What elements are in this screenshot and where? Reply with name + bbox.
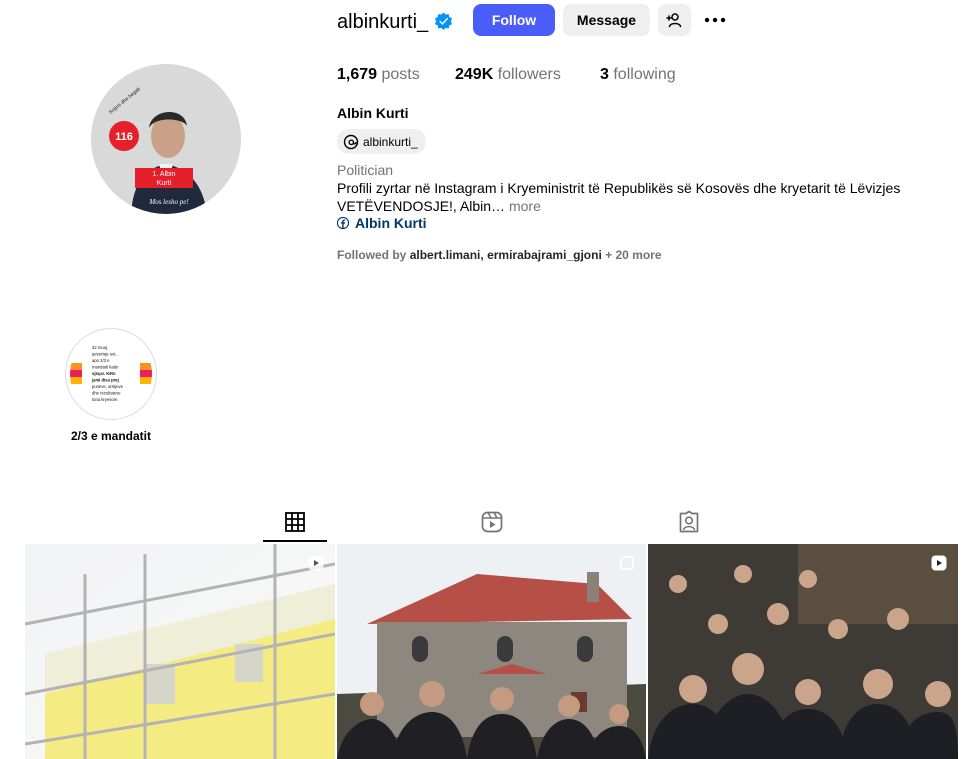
reel-badge-icon [931,555,947,571]
story-highlight[interactable]: 32 muaj qeverisje sot, apo 2/3 e mandatit k… [65,328,157,420]
avatar-image: 116 1. Albin Kurti Mos lesho pe! Krijimi… [91,64,241,214]
posts-count: 1,679 posts [337,66,420,83]
post-thumbnail[interactable] [25,544,335,759]
reels-icon [481,511,503,533]
followers-count[interactable]: 249K followers [455,66,561,84]
profile-full-name: Albin Kurti [337,105,409,121]
highlight-cover-line: dhe rezultateve [92,391,121,396]
avatar-number: 116 [115,131,133,143]
highlight-cover-line: tona kryesore. [92,397,119,402]
highlight-label: 2/3 e mandatit [70,429,152,443]
avatar-line2: Kurti [157,180,172,187]
active-tab-indicator [263,540,327,542]
followed-by-user-2[interactable]: ermirabajrami_gjoni [487,248,602,262]
followed-by-user-1[interactable]: albert.limani [410,248,481,262]
highlight-cover-line: apo 2/3 e [92,358,110,363]
post-image-scaffolding [25,544,335,759]
add-user-icon [666,13,682,28]
highlight-cover-line: 32 muaj [92,345,107,350]
profile-category: Politician [337,162,394,178]
following-count[interactable]: 3 following [600,66,676,84]
highlight-cover-line: vjeçar. Këto [92,371,116,376]
followed-by[interactable]: Followed by albert.limani, ermirabajrami… [337,248,662,262]
highlight-cover-line: punëve, arritjeve [92,384,124,389]
post-thumbnail[interactable] [337,544,646,759]
suggested-users-button[interactable] [658,4,691,36]
followed-by-more[interactable]: + 20 more [605,248,661,262]
profile-username: albinkurti_ [337,11,429,33]
more-options-icon[interactable] [703,10,727,30]
highlight-cover-line: mandatit katër [92,365,119,370]
threads-handle: albinkurti_ [363,134,418,149]
avatar-tagline: Mos lesho pe! [148,198,189,206]
follow-button[interactable]: Follow [473,4,555,36]
verified-badge-icon [434,12,453,31]
facebook-link[interactable]: Albin Kurti [337,215,427,231]
facebook-icon [337,217,349,229]
highlight-cover-line: qeverisje sot, [92,352,117,357]
bio-text: Profili zyrtar në Instagram i Kryeminist… [337,180,901,214]
tab-reels[interactable] [460,505,524,543]
post-thumbnail[interactable] [648,544,958,759]
grid-icon [285,512,305,532]
message-button[interactable]: Message [563,4,650,36]
highlight-cover-line: janë disa prej [91,378,119,383]
post-image-crowd [648,544,958,759]
highlight-cover: 32 muaj qeverisje sot,apo 2/3 e mandatit k… [70,345,152,402]
avatar-line1: 1. Albin [153,171,176,178]
profile-bio: Profili zyrtar në Instagram i Kryeminist… [337,179,917,215]
tab-tagged[interactable] [657,505,721,543]
post-image-stone-house [337,544,646,759]
carousel-badge-icon [620,556,634,570]
tagged-icon [679,510,699,533]
profile-avatar[interactable]: 116 1. Albin Kurti Mos lesho pe! Krijimi… [91,64,241,214]
facebook-link-label: Albin Kurti [355,215,427,231]
bio-more-link[interactable]: more [509,198,541,214]
threads-icon [343,134,359,149]
threads-link[interactable]: albinkurti_ [337,129,426,154]
reel-badge-icon [308,555,324,571]
tab-posts[interactable] [263,505,327,543]
